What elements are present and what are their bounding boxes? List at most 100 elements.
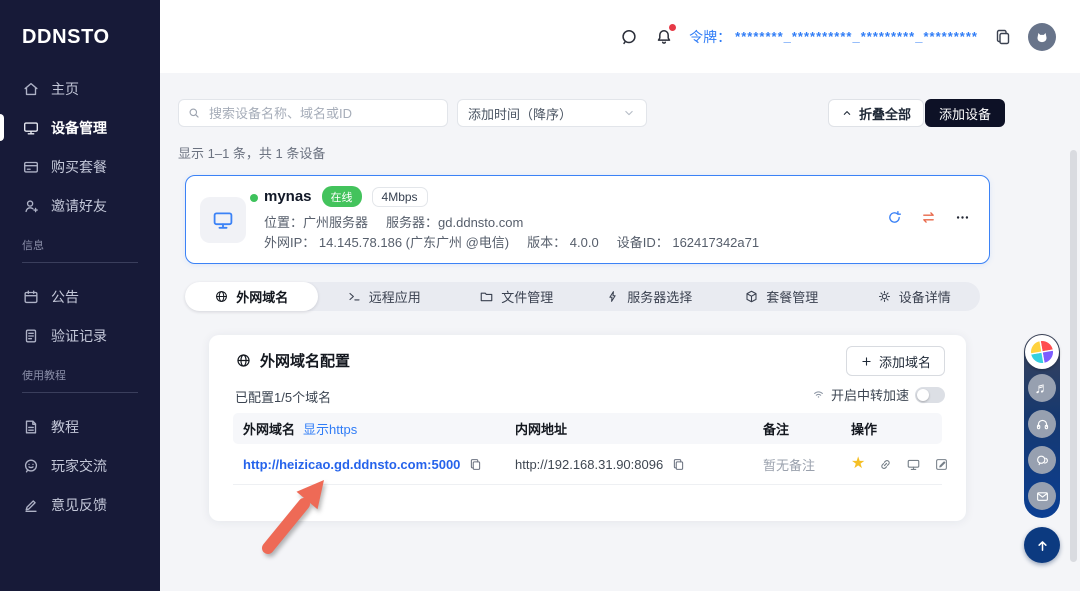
online-badge: 在线 xyxy=(322,186,362,207)
device-tabs: 外网域名 远程应用 文件管理 服务器选择 套餐管理 设备详情 xyxy=(185,282,980,311)
terminal-icon xyxy=(347,289,362,304)
sidebar-item-plans[interactable]: 购买套餐 xyxy=(0,147,160,186)
folder-icon xyxy=(479,289,494,304)
chat-face-icon xyxy=(22,457,40,475)
link-icon[interactable] xyxy=(878,457,893,472)
douyin-icon[interactable]: ♬ xyxy=(1028,374,1056,402)
colorful-pie-logo-icon[interactable] xyxy=(1025,335,1059,369)
sidebar-item-label: 意见反馈 xyxy=(51,495,107,515)
transfer-icon[interactable] xyxy=(920,209,937,226)
copy-lan-icon[interactable] xyxy=(671,457,686,472)
col-domain: 外网域名 xyxy=(243,419,295,438)
sidebar-item-devices[interactable]: 设备管理 xyxy=(0,108,160,147)
pencil-icon xyxy=(22,496,40,514)
sidebar-item-community[interactable]: 玩家交流 xyxy=(0,446,160,485)
monitor-icon xyxy=(22,119,40,137)
device-card[interactable]: mynas 在线 4Mbps 位置：广州服务器 服务器：gd.ddnsto.co… xyxy=(185,175,990,264)
device-location: 广州服务器 xyxy=(303,215,368,230)
sort-select[interactable]: 添加时间（降序） xyxy=(457,99,647,127)
sidebar-item-label: 邀请好友 xyxy=(51,196,107,216)
brand-logo: DDNSTO xyxy=(0,0,160,49)
arrow-up-icon xyxy=(1034,537,1051,554)
device-location-line: 位置：广州服务器 服务器：gd.ddnsto.com xyxy=(264,212,523,231)
search-input[interactable] xyxy=(207,105,439,122)
sidebar-section-tutorial: 使用教程 xyxy=(22,367,138,393)
sidebar-item-invite[interactable]: 邀请好友 xyxy=(0,186,160,225)
card-icon xyxy=(22,158,40,176)
refresh-icon[interactable] xyxy=(886,209,903,226)
sidebar-item-label: 教程 xyxy=(51,417,79,437)
device-header: mynas 在线 4Mbps xyxy=(264,186,428,207)
domain-config-panel: 外网域名配置 添加域名 已配置1/5个域名 开启中转加速 外网域名 显示http… xyxy=(209,335,966,521)
relay-control: 开启中转加速 xyxy=(812,385,945,404)
domain-link[interactable]: http://heizicao.gd.ddnsto.com:5000 xyxy=(243,457,460,472)
topbar: 令牌： ********_**********_*********_******… xyxy=(160,0,1080,73)
col-action: 操作 xyxy=(851,419,877,438)
configured-count: 已配置1/5个域名 xyxy=(235,387,331,406)
calendar-icon xyxy=(22,288,40,306)
sidebar-item-feedback[interactable]: 意见反馈 xyxy=(0,485,160,524)
back-to-top-button[interactable] xyxy=(1024,527,1060,563)
sidebar-item-tutorials[interactable]: 教程 xyxy=(0,407,160,446)
token-label: 令牌： xyxy=(689,27,731,47)
lan-address: http://192.168.31.90:8096 xyxy=(515,457,663,472)
token-value: ********_**********_*********_********* xyxy=(735,29,978,44)
table-header-row: 外网域名 显示https 内网地址 备注 操作 xyxy=(233,413,942,444)
edit-icon[interactable] xyxy=(934,457,949,472)
device-server: gd.ddnsto.com xyxy=(438,215,523,230)
tab-wan-domain[interactable]: 外网域名 xyxy=(185,282,318,311)
chevron-down-icon xyxy=(622,106,636,120)
tab-server-select[interactable]: 服务器选择 xyxy=(583,282,716,311)
page-scrollbar[interactable] xyxy=(1070,150,1077,562)
bolt-icon xyxy=(605,289,620,304)
sidebar-item-announcements[interactable]: 公告 xyxy=(0,277,160,316)
chat-group-icon[interactable] xyxy=(1028,446,1056,474)
home-icon xyxy=(22,80,40,98)
add-device-button[interactable]: 添加设备 xyxy=(925,99,1005,127)
more-options-icon[interactable] xyxy=(954,209,971,226)
sidebar-item-label: 设备管理 xyxy=(51,118,107,138)
headset-support-icon[interactable] xyxy=(1028,410,1056,438)
row-actions: ★ xyxy=(841,456,949,472)
copy-domain-icon[interactable] xyxy=(468,457,483,472)
mail-icon[interactable] xyxy=(1028,482,1056,510)
search-icon xyxy=(187,106,201,120)
sidebar-item-home[interactable]: 主页 xyxy=(0,69,160,108)
globe-icon xyxy=(214,289,229,304)
document-icon xyxy=(22,418,40,436)
topbar-actions: 令牌： ********_**********_*********_******… xyxy=(619,0,1056,73)
tab-device-details[interactable]: 设备详情 xyxy=(848,282,981,311)
col-remark: 备注 xyxy=(763,419,789,438)
sidebar-nav-tutorial: 教程 玩家交流 意见反馈 xyxy=(0,407,160,524)
sidebar-item-verification-log[interactable]: 验证记录 xyxy=(0,316,160,355)
relay-toggle[interactable] xyxy=(915,387,945,403)
device-monitor-icon xyxy=(200,197,246,243)
screen-icon[interactable] xyxy=(906,457,921,472)
show-https-link[interactable]: 显示https xyxy=(303,419,357,438)
user-avatar[interactable] xyxy=(1028,23,1056,51)
token-display[interactable]: 令牌： ********_**********_*********_******… xyxy=(689,27,978,47)
domain-table: 外网域名 显示https 内网地址 备注 操作 http://heizicao.… xyxy=(233,413,942,485)
app-window: DDNSTO 主页 设备管理 购买套餐 邀请好友 信息 公告 xyxy=(0,0,1080,591)
collapse-all-button[interactable]: 折叠全部 xyxy=(828,99,924,127)
sidebar-item-label: 玩家交流 xyxy=(51,456,107,476)
copy-token-icon[interactable] xyxy=(993,27,1013,47)
online-status-dot xyxy=(250,194,258,202)
tab-file-manager[interactable]: 文件管理 xyxy=(450,282,583,311)
device-name: mynas xyxy=(264,188,312,205)
notification-bell-icon[interactable] xyxy=(654,27,674,47)
add-domain-button[interactable]: 添加域名 xyxy=(846,346,945,376)
content-area: 添加时间（降序） 折叠全部 添加设备 显示 1–1 条，共 1 条设备 myna… xyxy=(160,73,1080,591)
remark-text: 暂无备注 xyxy=(763,455,815,474)
message-bubble-icon[interactable] xyxy=(619,27,639,47)
bandwidth-badge: 4Mbps xyxy=(372,187,428,207)
favorite-star-icon[interactable]: ★ xyxy=(851,456,865,472)
gear-icon xyxy=(877,289,892,304)
chevron-up-icon xyxy=(841,107,853,119)
globe-icon xyxy=(235,352,252,369)
tab-plan-management[interactable]: 套餐管理 xyxy=(715,282,848,311)
plus-icon xyxy=(860,355,873,368)
tab-remote-apps[interactable]: 远程应用 xyxy=(318,282,451,311)
panel-title: 外网域名配置 xyxy=(235,350,350,371)
notification-dot xyxy=(669,24,676,31)
